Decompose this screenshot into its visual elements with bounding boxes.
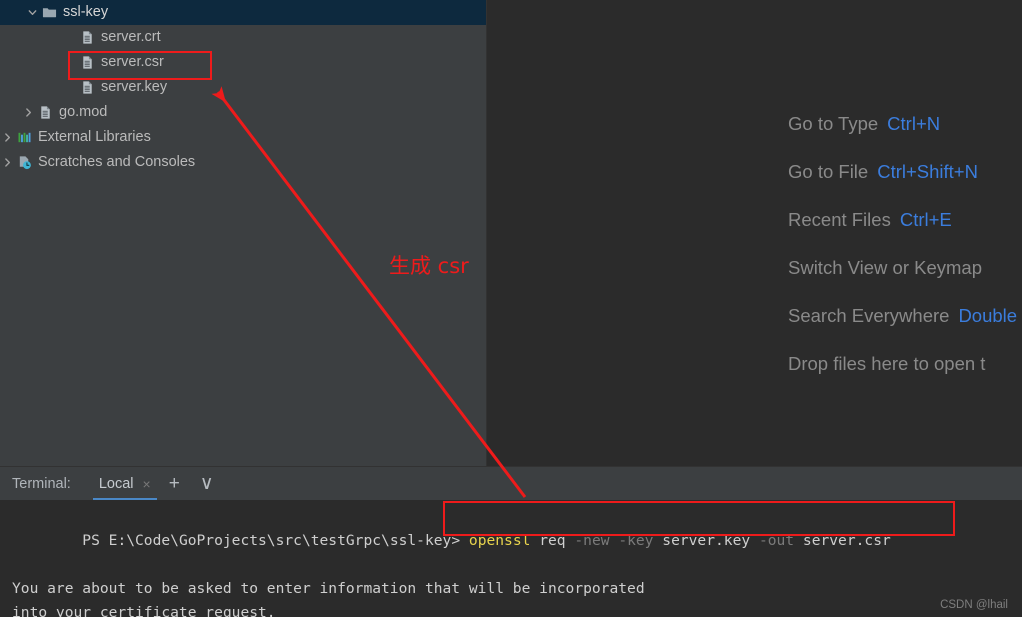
chevron-down-icon[interactable]: ∨ bbox=[190, 474, 224, 493]
terminal-tab-local[interactable]: Local × bbox=[89, 467, 159, 501]
editor-hint-row: Go to File Ctrl+Shift+N bbox=[788, 148, 1017, 196]
file-icon bbox=[78, 30, 96, 45]
project-tool-window[interactable]: ssl-key server.crt server.csr server.key go.… bbox=[0, 0, 487, 466]
ide-window: ssl-key server.crt server.csr server.key go.… bbox=[0, 0, 1022, 617]
scratches-icon bbox=[15, 155, 33, 170]
terminal-tab-label: Local bbox=[98, 475, 134, 492]
editor-hint-label: Drop files here to open t bbox=[788, 353, 986, 374]
terminal-output-line: into your certificate request. bbox=[12, 604, 276, 617]
command-openssl: openssl bbox=[468, 532, 531, 549]
plus-icon[interactable]: + bbox=[159, 474, 190, 493]
editor-hint-label: Recent Files bbox=[788, 209, 891, 230]
command-subcommand: req bbox=[539, 532, 566, 549]
editor-hint-row: Search Everywhere Double bbox=[788, 292, 1017, 340]
tree-row[interactable]: ssl-key bbox=[0, 0, 486, 25]
tree-row[interactable]: Scratches and Consoles bbox=[0, 150, 486, 175]
tree-node-label: ssl-key bbox=[63, 4, 109, 21]
terminal-output-line: You are about to be asked to enter infor… bbox=[12, 580, 645, 597]
editor-hint-label: Search Everywhere bbox=[788, 305, 950, 326]
editor-hint-label: Switch View or Keymap bbox=[788, 257, 982, 278]
terminal-toolbar: Terminal: Local × + ∨ bbox=[0, 466, 1022, 501]
command-arg-csrfile: server.csr bbox=[802, 532, 891, 549]
editor-hint-shortcut: Double bbox=[958, 305, 1018, 326]
editor-hint-label: Go to File bbox=[788, 161, 869, 182]
chevron-right-icon[interactable] bbox=[21, 107, 36, 118]
editor-hint-row: Recent Files Ctrl+E bbox=[788, 196, 1017, 244]
file-icon bbox=[78, 55, 96, 70]
tree-row[interactable]: server.key bbox=[0, 75, 486, 100]
terminal-output-lines: You are about to be asked to enter infor… bbox=[12, 577, 1022, 617]
folder-icon bbox=[40, 5, 58, 20]
editor-hint-shortcut: Ctrl+E bbox=[899, 209, 952, 230]
editor-hint-shortcut: Ctrl+N bbox=[887, 113, 941, 134]
tree-row[interactable]: server.crt bbox=[0, 25, 486, 50]
command-flag-key: -key bbox=[618, 532, 654, 549]
tree-row[interactable]: server.csr bbox=[0, 50, 486, 75]
command-flag-new: -new bbox=[574, 532, 610, 549]
tree-node-label: server.crt bbox=[101, 29, 161, 46]
terminal-title: Terminal: bbox=[12, 475, 71, 492]
chevron-right-icon[interactable] bbox=[0, 132, 15, 143]
tree-row[interactable]: External Libraries bbox=[0, 125, 486, 150]
editor-hint-row: Drop files here to open t bbox=[788, 340, 1017, 388]
close-icon[interactable]: × bbox=[143, 477, 151, 491]
file-icon bbox=[78, 80, 96, 95]
watermark: CSDN @lhail bbox=[940, 599, 1008, 611]
tree-node-label: External Libraries bbox=[38, 129, 151, 146]
tree-node-label: server.csr bbox=[101, 54, 164, 71]
file-icon bbox=[36, 105, 54, 120]
editor-hint-row: Go to Type Ctrl+N bbox=[788, 100, 1017, 148]
chevron-down-icon[interactable] bbox=[25, 7, 40, 18]
libraries-icon bbox=[15, 130, 33, 145]
terminal-tool-window[interactable]: Terminal: Local × + ∨ PS E:\Code\GoProje… bbox=[0, 466, 1022, 617]
tree-row[interactable]: go.mod bbox=[0, 100, 486, 125]
command-arg-keyfile: server.key bbox=[662, 532, 751, 549]
editor-hint-row: Switch View or Keymap bbox=[788, 244, 1017, 292]
terminal-command-line: PS E:\Code\GoProjects\src\testGrpc\ssl-k… bbox=[12, 505, 1022, 577]
terminal-output[interactable]: PS E:\Code\GoProjects\src\testGrpc\ssl-k… bbox=[0, 500, 1022, 617]
tree-node-label: server.key bbox=[101, 79, 168, 96]
editor-hint-label: Go to Type bbox=[788, 113, 879, 134]
editor-hint-shortcut: Ctrl+Shift+N bbox=[877, 161, 978, 182]
editor-hint-list: Go to Type Ctrl+N Go to File Ctrl+Shift+N Re… bbox=[788, 100, 1017, 388]
terminal-prompt: PS E:\Code\GoProjects\src\testGrpc\ssl-k… bbox=[82, 532, 461, 549]
editor-empty-area[interactable]: Go to Type Ctrl+N Go to File Ctrl+Shift+N Re… bbox=[487, 0, 1022, 466]
chevron-right-icon[interactable] bbox=[0, 157, 15, 168]
command-flag-out: -out bbox=[758, 532, 795, 549]
tree-node-label: Scratches and Consoles bbox=[38, 154, 196, 171]
tree-node-label: go.mod bbox=[59, 104, 108, 121]
annotation-note: 生成 csr bbox=[389, 254, 469, 278]
project-tree[interactable]: ssl-key server.crt server.csr server.key go.… bbox=[0, 0, 486, 175]
